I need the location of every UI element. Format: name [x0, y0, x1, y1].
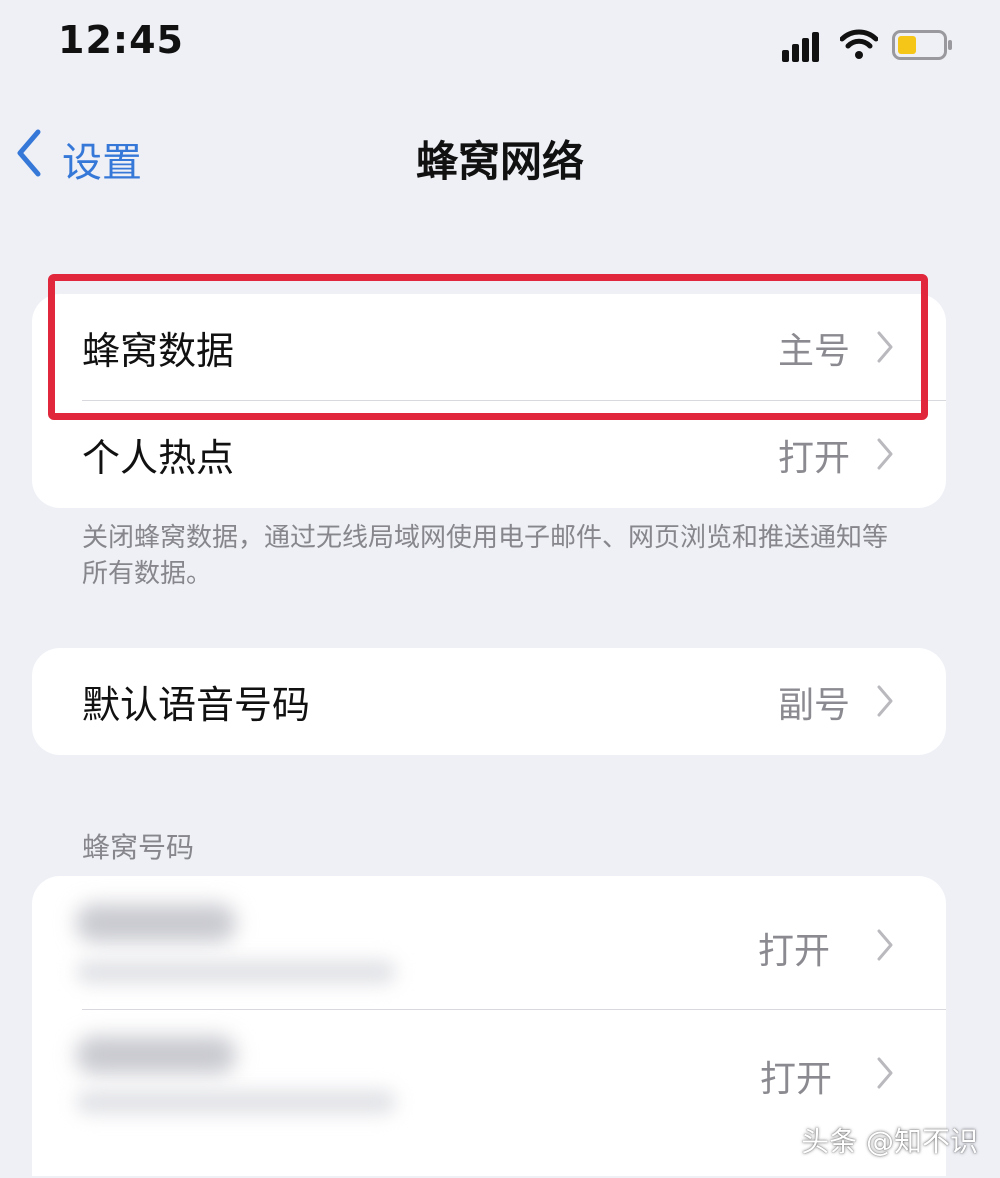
blurred-line-number	[76, 960, 396, 984]
status-time: 12:45	[58, 18, 184, 62]
cellular-number-row[interactable]: 打开	[32, 876, 946, 1010]
section-header: 蜂窝号码	[82, 831, 195, 864]
status-icons	[782, 26, 952, 66]
chevron-right-icon	[877, 685, 893, 717]
blurred-line-number	[76, 1090, 396, 1114]
personal-hotspot-row[interactable]: 个人热点 打开	[32, 401, 946, 508]
wifi-icon	[840, 29, 878, 59]
row-label: 蜂窝数据	[82, 329, 235, 373]
blurred-line-name	[76, 1036, 236, 1074]
watermark: 头条 @知不识	[801, 1125, 978, 1158]
row-value: 副号	[777, 685, 850, 726]
row-value: 打开	[777, 438, 850, 479]
page-title: 蜂窝网络	[415, 137, 584, 186]
navigation-bar: 设置 蜂窝网络	[0, 110, 1000, 200]
chevron-right-icon	[877, 929, 893, 961]
chevron-right-icon	[877, 438, 893, 470]
cellular-data-row[interactable]: 蜂窝数据 主号	[32, 294, 946, 401]
signal-icon	[782, 32, 819, 62]
row-value: 打开	[757, 931, 830, 972]
chevron-right-icon	[877, 1057, 893, 1089]
row-value: 主号	[777, 331, 850, 372]
settings-group-data: 蜂窝数据 主号 个人热点 打开	[32, 294, 946, 508]
row-label: 默认语音号码	[82, 683, 311, 727]
chevron-right-icon	[877, 331, 893, 363]
blurred-line-name	[76, 904, 236, 942]
row-value: 打开	[759, 1059, 832, 1100]
settings-group-voice: 默认语音号码 副号	[32, 648, 946, 755]
group-footnote: 关闭蜂窝数据，通过无线局域网使用电子邮件、网页浏览和推送通知等所有数据。	[82, 523, 889, 589]
default-voice-number-row[interactable]: 默认语音号码 副号	[32, 648, 946, 755]
row-label: 个人热点	[82, 436, 235, 480]
status-bar: 12:45	[0, 0, 1000, 90]
battery-icon	[892, 30, 952, 60]
